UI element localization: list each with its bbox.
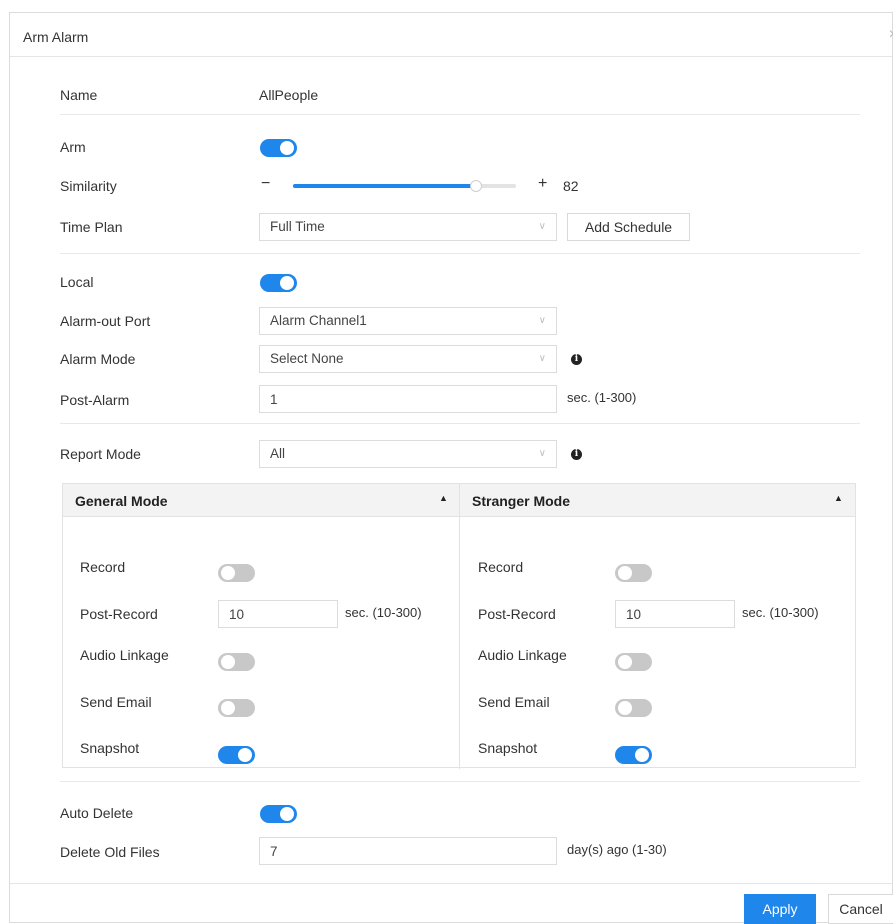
post-alarm-label: Post-Alarm [60, 392, 130, 408]
alarm-out-port-label: Alarm-out Port [60, 313, 151, 329]
stranger-mode-title: Stranger Mode [472, 493, 571, 509]
stranger-snapshot-toggle[interactable] [615, 746, 652, 764]
alarm-mode-selected: Select None [270, 351, 344, 366]
info-icon[interactable]: i [571, 354, 582, 365]
chevron-down-icon: ∨ [538, 221, 546, 232]
post-alarm-unit: sec. (1-300) [567, 390, 637, 405]
delete-old-files-input[interactable] [259, 837, 557, 865]
similarity-slider-fill [293, 184, 476, 188]
cancel-button[interactable]: Cancel [828, 894, 893, 924]
similarity-slider[interactable] [293, 180, 516, 192]
local-label: Local [60, 274, 94, 290]
delete-old-files-label: Delete Old Files [60, 844, 160, 860]
stranger-record-toggle[interactable] [615, 564, 652, 582]
general-send-email-toggle[interactable] [218, 699, 255, 717]
arm-toggle[interactable] [260, 139, 297, 157]
general-audio-linkage-toggle[interactable] [218, 653, 255, 671]
chevron-up-icon[interactable]: ▲ [834, 493, 843, 503]
auto-delete-toggle[interactable] [260, 805, 297, 823]
add-schedule-button[interactable]: Add Schedule [567, 213, 690, 241]
alarm-mode-select[interactable]: Select None ∨ [259, 345, 557, 373]
time-plan-selected: Full Time [270, 219, 325, 234]
stranger-audio-linkage-label: Audio Linkage [478, 647, 567, 663]
arm-label: Arm [60, 139, 86, 155]
dialog-title: Arm Alarm [23, 29, 89, 45]
stranger-audio-linkage-toggle[interactable] [615, 653, 652, 671]
general-send-email-label: Send Email [80, 694, 152, 710]
close-icon[interactable]: × [889, 26, 893, 44]
report-mode-label: Report Mode [60, 446, 141, 462]
chevron-down-icon: ∨ [538, 353, 546, 364]
time-plan-select[interactable]: Full Time ∨ [259, 213, 557, 241]
general-snapshot-toggle[interactable] [218, 746, 255, 764]
general-record-toggle[interactable] [218, 564, 255, 582]
stranger-post-record-input[interactable] [615, 600, 735, 628]
footer-divider [10, 883, 892, 884]
divider [60, 423, 860, 424]
general-post-record-label: Post-Record [80, 606, 158, 622]
auto-delete-label: Auto Delete [60, 805, 134, 821]
stranger-snapshot-label: Snapshot [478, 740, 538, 756]
general-post-record-unit: sec. (10-300) [345, 605, 422, 620]
divider [60, 253, 860, 254]
general-record-label: Record [80, 559, 126, 575]
stranger-mode-header[interactable]: Stranger Mode ▲ [460, 484, 855, 517]
delete-old-files-unit: day(s) ago (1-30) [567, 842, 667, 857]
general-mode-header[interactable]: General Mode ▲ [63, 484, 459, 517]
mode-panel: General Mode ▲ Record Post-Record sec. (… [62, 483, 856, 769]
divider [60, 114, 860, 115]
stranger-post-record-unit: sec. (10-300) [742, 605, 819, 620]
local-toggle[interactable] [260, 274, 297, 292]
chevron-down-icon: ∨ [538, 448, 546, 459]
similarity-increase-button[interactable]: + [538, 175, 547, 193]
divider [60, 781, 860, 782]
report-mode-selected: All [270, 446, 286, 461]
arm-alarm-dialog: Arm Alarm × Name AllPeople Arm Similarit… [9, 12, 893, 924]
apply-button[interactable]: Apply [744, 894, 816, 924]
chevron-up-icon[interactable]: ▲ [439, 493, 448, 503]
stranger-post-record-label: Post-Record [478, 606, 556, 622]
name-label: Name [60, 87, 98, 103]
time-plan-label: Time Plan [60, 219, 123, 235]
name-value: AllPeople [259, 87, 319, 103]
similarity-slider-thumb[interactable] [469, 180, 482, 192]
post-alarm-input[interactable] [259, 385, 557, 413]
similarity-label: Similarity [60, 178, 117, 194]
report-mode-select[interactable]: All ∨ [259, 440, 557, 468]
general-post-record-input[interactable] [218, 600, 338, 628]
info-icon[interactable]: i [571, 449, 582, 460]
stranger-send-email-label: Send Email [478, 694, 550, 710]
similarity-value: 82 [563, 178, 579, 194]
chevron-down-icon: ∨ [538, 315, 546, 326]
dialog-header: Arm Alarm × [10, 13, 893, 57]
similarity-decrease-button[interactable]: − [261, 175, 270, 193]
alarm-out-port-select[interactable]: Alarm Channel1 ∨ [259, 307, 557, 335]
alarm-mode-label: Alarm Mode [60, 351, 136, 367]
general-audio-linkage-label: Audio Linkage [80, 647, 169, 663]
stranger-send-email-toggle[interactable] [615, 699, 652, 717]
mode-divider [459, 484, 460, 769]
general-mode-title: General Mode [75, 493, 168, 509]
general-snapshot-label: Snapshot [80, 740, 140, 756]
alarm-out-port-selected: Alarm Channel1 [270, 313, 367, 328]
stranger-record-label: Record [478, 559, 524, 575]
